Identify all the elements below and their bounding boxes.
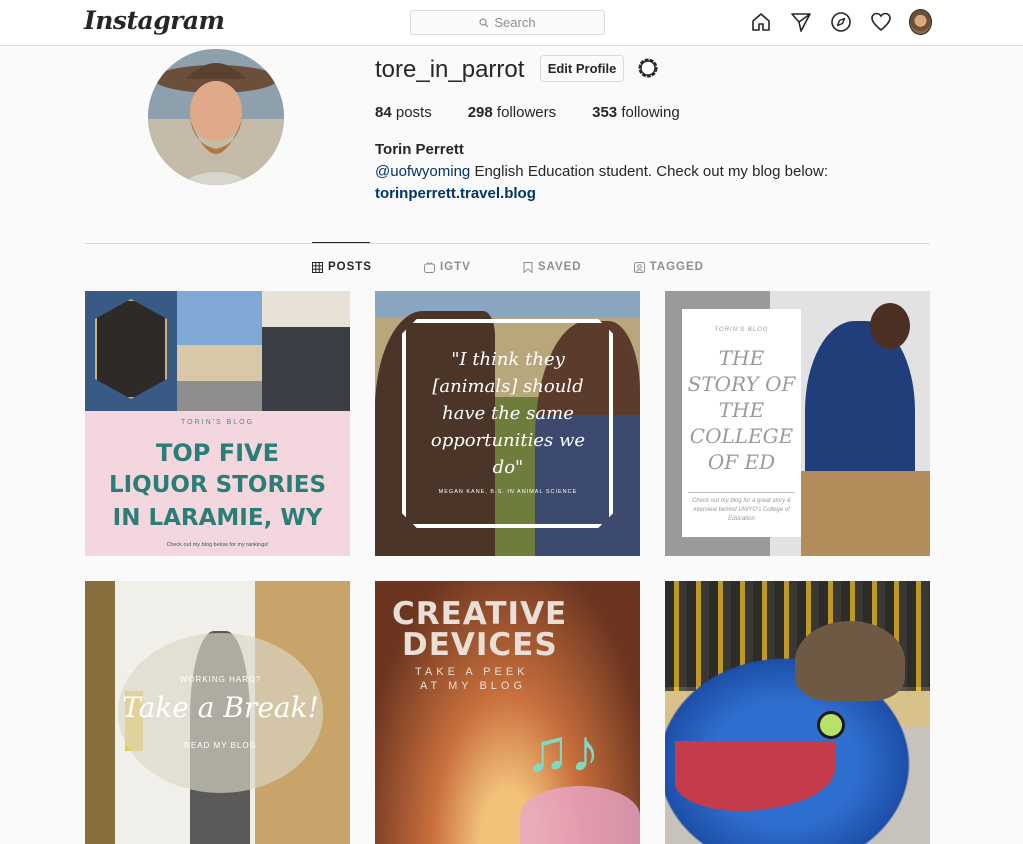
post-tile-animal-quote[interactable]: "I think they [animals] should have the … (375, 291, 640, 556)
top-nav: Instagram Search (0, 0, 1023, 46)
bookmark-icon (523, 261, 533, 273)
nav-avatar-image (909, 8, 932, 35)
post-photo-sign (85, 291, 177, 411)
post-quote-caption: MEGAN KANE, B.S. IN ANIMAL SCIENCE (438, 489, 578, 495)
person-head (870, 303, 910, 349)
post-title-line2: LIQUOR STORIES (108, 472, 327, 498)
card-divider (688, 492, 795, 493)
search-input[interactable]: Search (410, 10, 605, 35)
table-shape (801, 471, 930, 556)
bio-mention-link[interactable]: @uofwyoming (375, 163, 470, 180)
followers-stat[interactable]: 298 followers (468, 104, 556, 121)
profile-bio: @uofwyoming English Education student. C… (375, 163, 828, 180)
post-image: TORIN'S BLOG TOP FIVE LIQUOR STORIES IN … (85, 291, 350, 556)
profile-stats: 84 posts 298 followers 353 following (375, 104, 716, 121)
posts-stat: 84 posts (375, 104, 432, 121)
posts-label: posts (395, 104, 432, 121)
settings-gear-icon[interactable] (636, 56, 660, 80)
tab-tagged[interactable]: TAGGED (633, 261, 704, 273)
post-tile-creative-devices[interactable]: CREATIVE DEVICES TAKE A PEEK AT MY BLOG … (375, 581, 640, 844)
post-title: THE STORY OF THE COLLEGE OF ED (687, 346, 796, 474)
post-tile-mascot[interactable] (665, 581, 930, 844)
tab-tagged-label: TAGGED (649, 261, 704, 273)
grid-icon (312, 261, 323, 273)
profile-full-name: Torin Perrett (375, 141, 464, 158)
explore-icon[interactable] (829, 10, 852, 33)
post-photo-interior (262, 291, 350, 411)
post-title-line1: TOP FIVE (155, 439, 279, 467)
bio-website-link[interactable]: torinperrett.travel.blog (375, 185, 536, 202)
edit-profile-button[interactable]: Edit Profile (540, 55, 624, 82)
tab-saved[interactable]: SAVED (523, 261, 582, 273)
home-icon[interactable] (749, 10, 772, 33)
post-main-text: Take a Break! (122, 691, 319, 724)
post-blog-tag: TORIN'S BLOG (180, 419, 255, 426)
post-subtitle: Check out my blog for a great story & in… (691, 498, 792, 522)
search-placeholder: Search (494, 15, 536, 30)
tab-divider (85, 243, 930, 244)
post-title-line3: IN LARAMIE, WY (112, 505, 323, 531)
post-tile-take-a-break[interactable]: WORKING HARD? Take a Break! READ MY BLOG (85, 581, 350, 844)
tab-igtv[interactable]: IGTV (423, 261, 471, 273)
post-subtitle-line2: AT MY BLOG (420, 680, 527, 692)
following-count: 353 (592, 104, 618, 121)
activity-heart-icon[interactable] (869, 10, 892, 33)
post-subtitle-line1: TAKE A PEEK (415, 666, 529, 678)
music-note-blob (520, 786, 640, 844)
post-blog-tag: TORIN'S BLOG (714, 327, 769, 333)
following-stat[interactable]: 353 following (592, 104, 680, 121)
music-notes-icon: ♫♪ (525, 717, 600, 784)
post-image: CREATIVE DEVICES TAKE A PEEK AT MY BLOG … (375, 581, 640, 844)
instagram-logo[interactable]: Instagram (84, 6, 225, 35)
store-sign-badge (95, 299, 167, 399)
post-quote-text: "I think they [animals] should have the … (430, 349, 586, 478)
post-tile-liquor-stories[interactable]: TORIN'S BLOG TOP FIVE LIQUOR STORIES IN … (85, 291, 350, 556)
profile-avatar-large[interactable] (148, 49, 284, 185)
followers-label: followers (496, 104, 557, 121)
profile-avatar[interactable] (909, 8, 932, 35)
profile-tabs: POSTS IGTV SAVED TAGGED (312, 261, 756, 273)
post-top-text: WORKING HARD? (179, 675, 262, 684)
posts-count: 84 (375, 104, 392, 121)
post-tile-college-of-ed[interactable]: TORIN'S BLOG THE STORY OF THE COLLEGE OF… (665, 291, 930, 556)
followers-count: 298 (467, 104, 493, 121)
post-footer-text: Check out my blog below for my rankings! (166, 542, 269, 548)
post-title-line2: DEVICES (402, 627, 558, 663)
tagged-icon (633, 261, 645, 273)
igtv-icon (423, 261, 435, 273)
bio-text: English Education student. Check out my … (470, 163, 828, 180)
fur-hat (795, 621, 905, 701)
active-tab-indicator (312, 242, 370, 243)
avatar-photo (148, 49, 284, 185)
nav-icons (749, 8, 932, 35)
post-title-card: TORIN'S BLOG THE STORY OF THE COLLEGE OF… (682, 309, 801, 537)
profile-username: tore_in_parrot (375, 56, 525, 83)
post-image: "I think they [animals] should have the … (375, 291, 640, 556)
tab-saved-label: SAVED (537, 261, 582, 273)
tab-posts[interactable]: POSTS (312, 261, 372, 273)
direct-icon[interactable] (789, 10, 812, 33)
post-image: WORKING HARD? Take a Break! READ MY BLOG (85, 581, 350, 844)
dinosaur-eye (817, 711, 845, 739)
post-photo-storefront (177, 291, 262, 411)
tab-igtv-label: IGTV (439, 261, 471, 273)
search-icon (479, 17, 489, 27)
following-label: following (621, 104, 680, 121)
post-bottom-text: READ MY BLOG (184, 741, 257, 750)
post-image: TORIN'S BLOG THE STORY OF THE COLLEGE OF… (665, 291, 930, 556)
tab-posts-label: POSTS (328, 261, 372, 273)
post-image (665, 581, 930, 844)
